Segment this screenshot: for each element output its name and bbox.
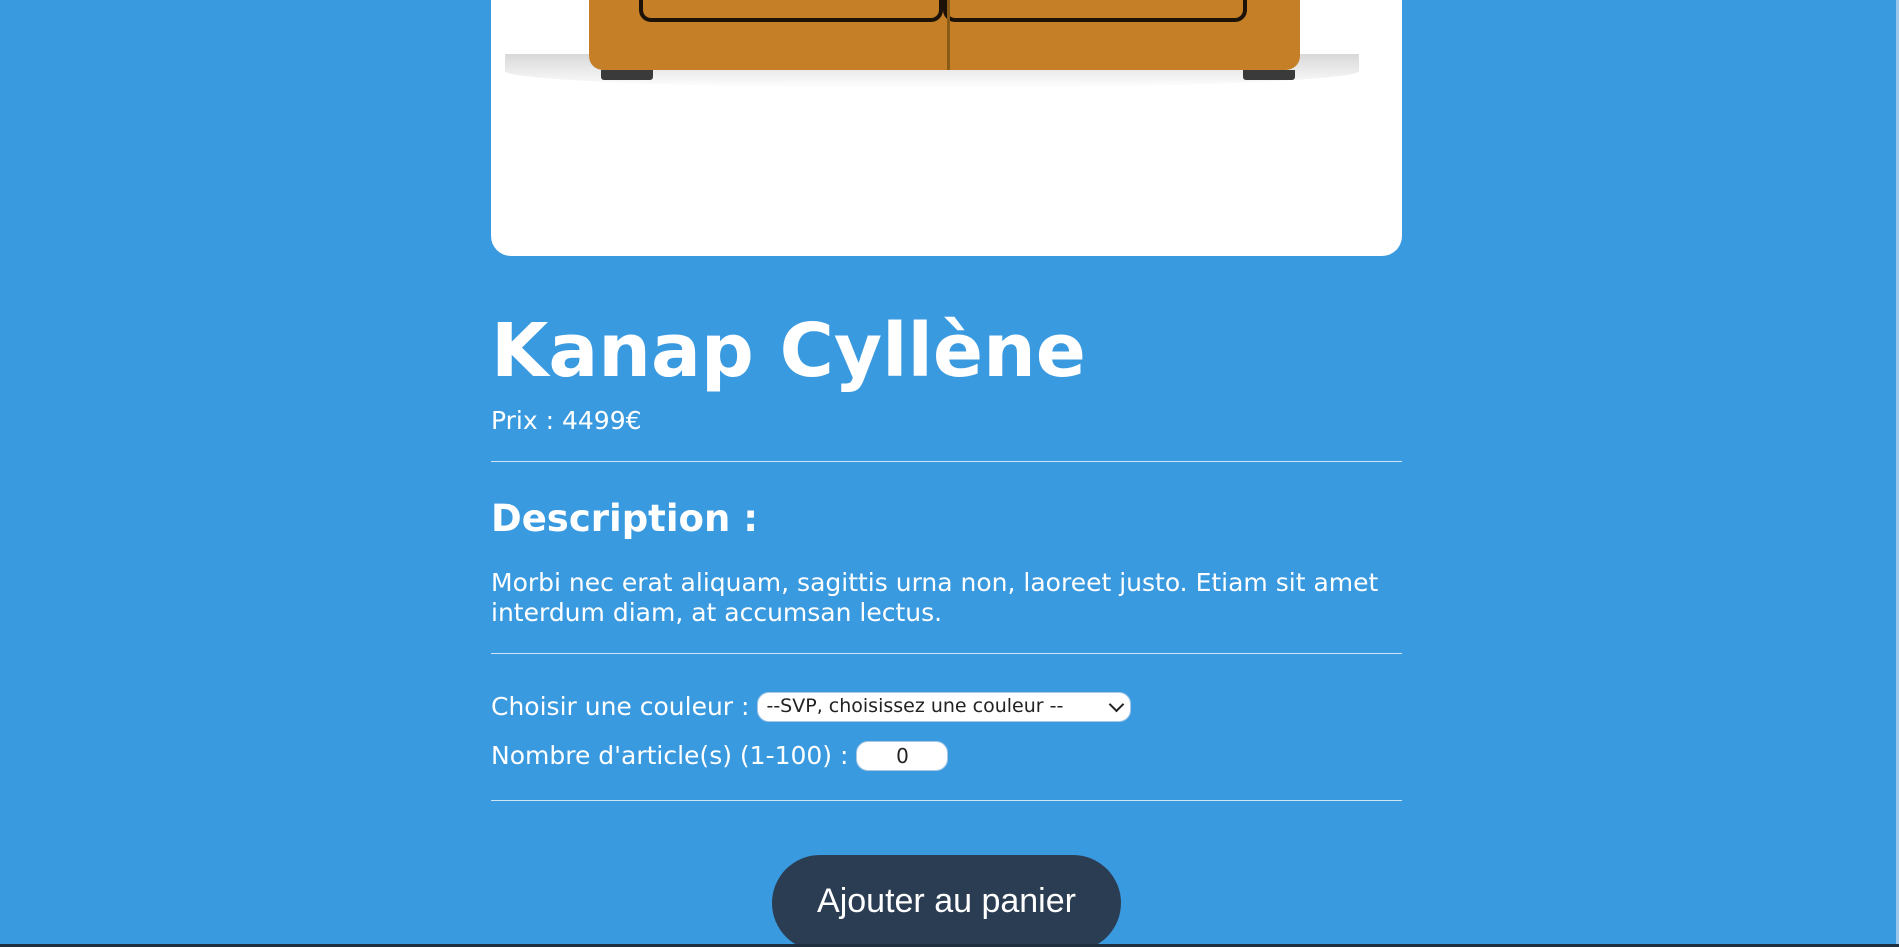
- color-select[interactable]: --SVP, choisissez une couleur --: [757, 691, 1132, 722]
- color-row: Choisir une couleur : --SVP, choisissez …: [491, 691, 1402, 722]
- color-select-value: --SVP, choisissez une couleur --: [766, 695, 1064, 718]
- sofa-leg-left: [601, 70, 653, 80]
- divider: [491, 461, 1402, 462]
- color-label: Choisir une couleur :: [491, 692, 750, 722]
- sofa-seam: [947, 0, 950, 70]
- description-text: Morbi nec erat aliquam, sagittis urna no…: [491, 567, 1379, 627]
- sofa-leg-right: [1243, 70, 1295, 80]
- add-to-cart-button[interactable]: Ajouter au panier: [772, 855, 1121, 947]
- quantity-row: Nombre d'article(s) (1-100) :: [491, 740, 1402, 771]
- product-image-card: [491, 0, 1402, 256]
- divider: [491, 799, 1402, 801]
- chevron-down-icon: [1109, 696, 1125, 712]
- quantity-label: Nombre d'article(s) (1-100) :: [491, 741, 849, 771]
- sofa-cushion-left: [639, 0, 943, 22]
- product-price: Prix : 4499€: [491, 406, 642, 435]
- sofa-cushion-right: [943, 0, 1247, 22]
- product-section: Kanap Cyllène Prix : 4499€ Description :…: [491, 0, 1402, 801]
- quantity-input[interactable]: [856, 740, 949, 771]
- product-title: Kanap Cyllène: [491, 308, 1086, 394]
- scrollbar-track[interactable]: [1893, 0, 1899, 947]
- description-title: Description :: [491, 497, 758, 540]
- divider: [491, 652, 1402, 654]
